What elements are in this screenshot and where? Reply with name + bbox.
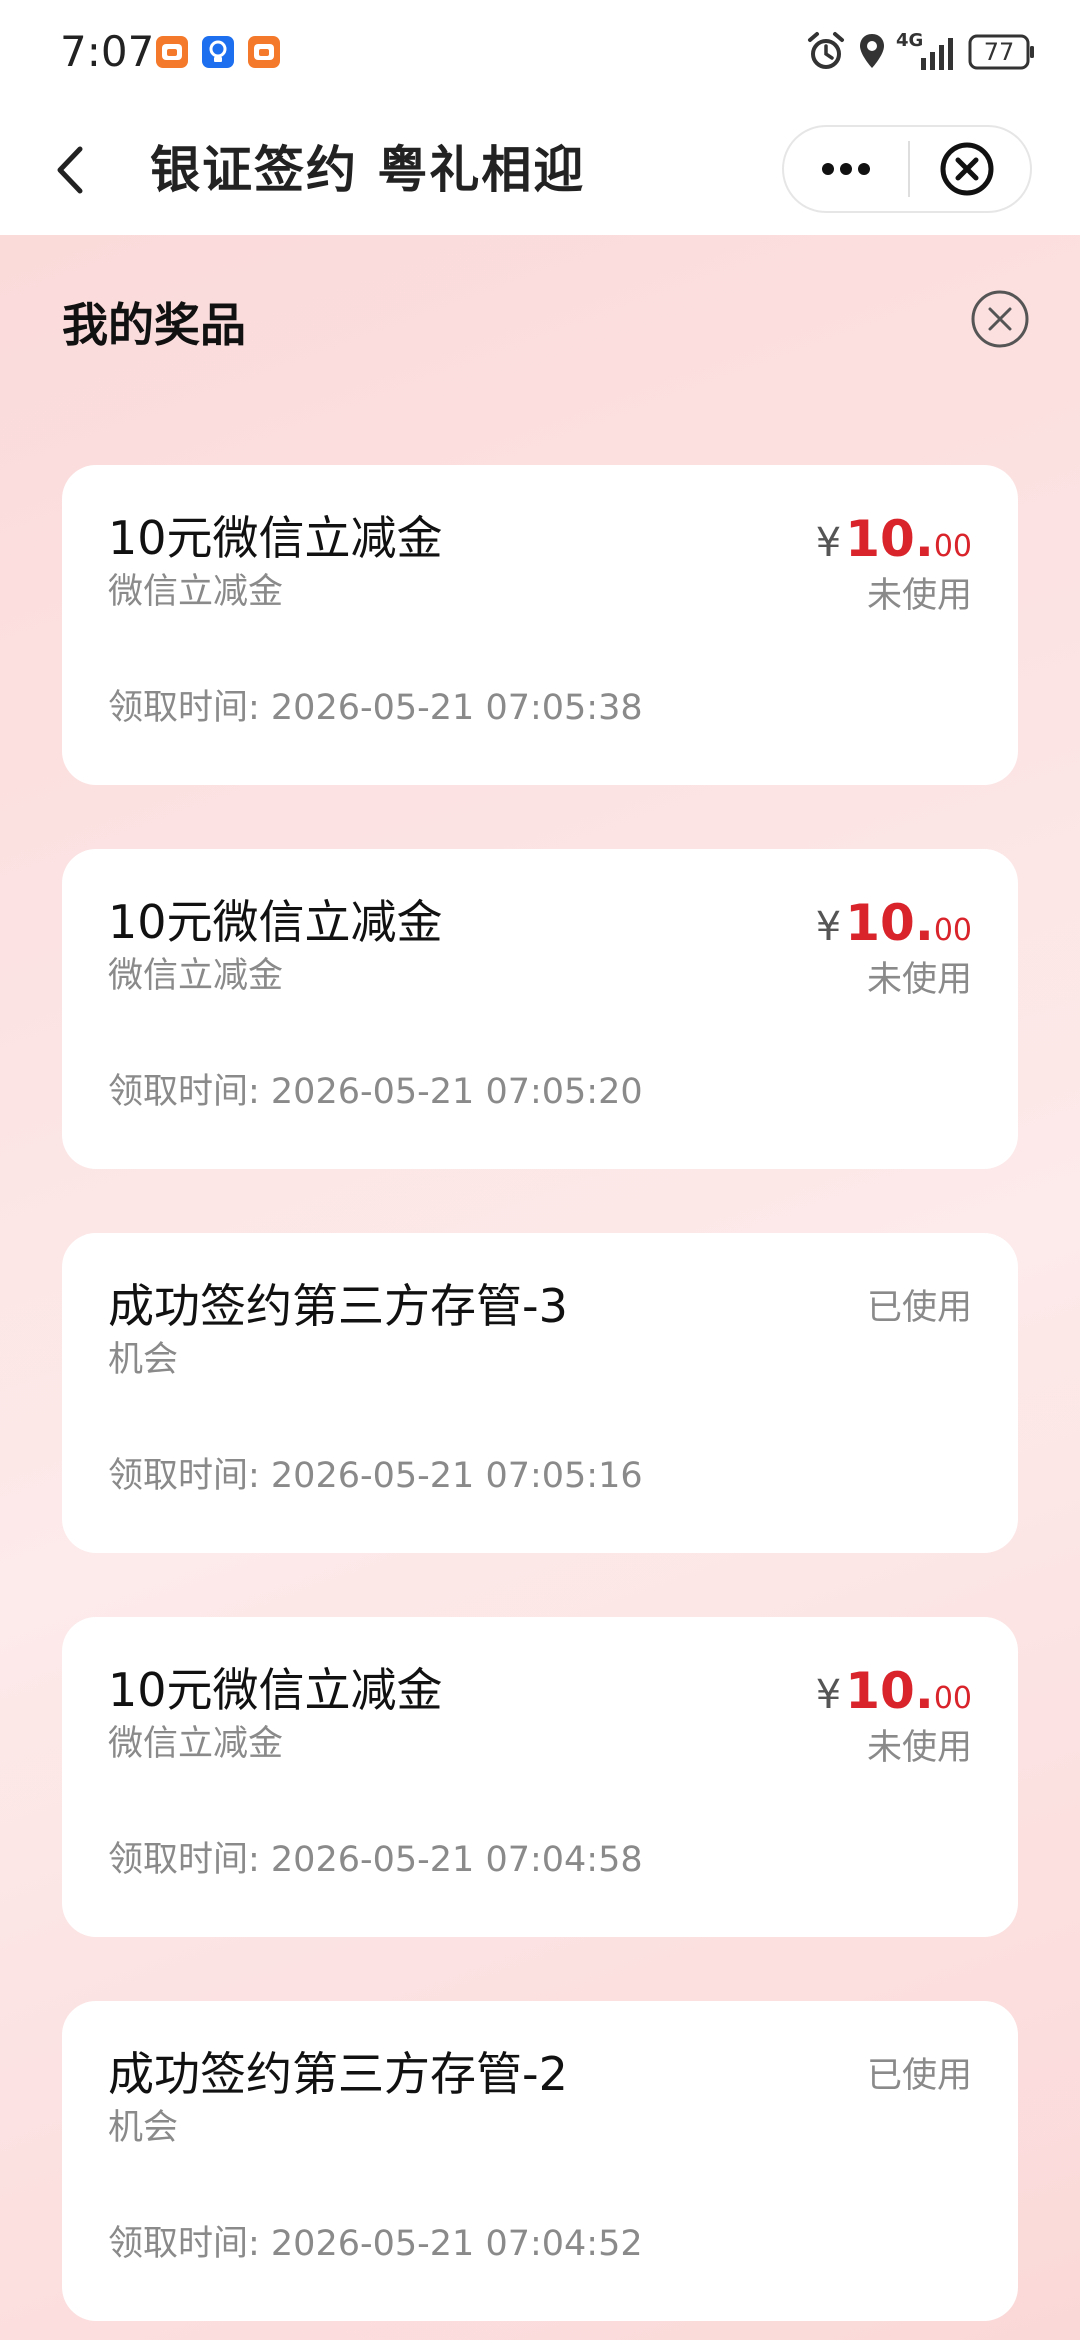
currency-symbol: ¥ bbox=[815, 1672, 842, 1718]
location-icon bbox=[856, 30, 888, 78]
back-arrow-icon bbox=[57, 146, 83, 194]
prize-title: 10元微信立减金 bbox=[108, 511, 443, 565]
price-decimal: 00 bbox=[933, 1681, 972, 1716]
prize-title: 成功签约第三方存管-3 bbox=[108, 1279, 568, 1333]
more-dots-icon bbox=[822, 163, 870, 175]
prize-claim-time: 领取时间: 2026-05-21 07:05:20 bbox=[108, 1072, 643, 1112]
prize-claim-time: 领取时间: 2026-05-21 07:05:16 bbox=[108, 1456, 643, 1496]
prize-title: 10元微信立减金 bbox=[108, 1663, 443, 1717]
page-title: 银证签约 粤礼相迎 bbox=[150, 141, 586, 199]
prize-card[interactable]: 10元微信立减金 微信立减金 领取时间: 2026-05-21 07:05:20… bbox=[62, 849, 1018, 1169]
signal-bars-icon bbox=[920, 30, 958, 78]
prize-card[interactable]: 10元微信立减金 微信立减金 领取时间: 2026-05-21 07:04:58… bbox=[62, 1617, 1018, 1937]
prize-subtitle: 微信立减金 bbox=[108, 956, 284, 996]
status-bar: 7:07 4G 77 bbox=[0, 0, 1080, 105]
prize-title: 成功签约第三方存管-2 bbox=[108, 2047, 568, 2101]
prize-claim-time: 领取时间: 2026-05-21 07:04:52 bbox=[108, 2224, 643, 2264]
prize-subtitle: 微信立减金 bbox=[108, 1724, 284, 1764]
price-decimal: 00 bbox=[933, 913, 972, 948]
prize-status: 未使用 bbox=[866, 576, 972, 616]
notification-lightbulb-icon bbox=[202, 36, 234, 68]
prize-card[interactable]: 成功签约第三方存管-3 机会 领取时间: 2026-05-21 07:05:16… bbox=[62, 1233, 1018, 1553]
price-integer: 10. bbox=[845, 510, 934, 568]
prize-card[interactable]: 10元微信立减金 微信立减金 领取时间: 2026-05-21 07:05:38… bbox=[62, 465, 1018, 785]
prize-title: 10元微信立减金 bbox=[108, 895, 443, 949]
more-button[interactable] bbox=[784, 127, 908, 211]
currency-symbol: ¥ bbox=[815, 904, 842, 950]
prize-status: 已使用 bbox=[866, 2056, 972, 2096]
panel-title: 我的奖品 bbox=[62, 298, 246, 352]
prize-subtitle: 机会 bbox=[108, 1340, 179, 1380]
notification-app-icon bbox=[156, 36, 188, 68]
prize-subtitle: 机会 bbox=[108, 2108, 179, 2148]
status-icons: 4G 77 bbox=[806, 30, 1046, 74]
prize-subtitle: 微信立减金 bbox=[108, 572, 284, 612]
prize-card[interactable]: 成功签约第三方存管-2 机会 领取时间: 2026-05-21 07:04:52… bbox=[62, 2001, 1018, 2321]
back-button[interactable] bbox=[38, 135, 108, 205]
prize-claim-time: 领取时间: 2026-05-21 07:05:38 bbox=[108, 688, 643, 728]
alarm-icon bbox=[806, 30, 846, 78]
currency-symbol: ¥ bbox=[815, 520, 842, 566]
battery-level: 77 bbox=[983, 38, 1015, 66]
prize-status: 未使用 bbox=[866, 1728, 972, 1768]
prize-status: 已使用 bbox=[866, 1288, 972, 1328]
price-decimal: 00 bbox=[933, 529, 972, 564]
price-integer: 10. bbox=[845, 894, 934, 952]
nav-bar: 银证签约 粤礼相迎 bbox=[0, 105, 1080, 235]
close-mini-program-button[interactable] bbox=[910, 127, 1030, 211]
prize-panel: 我的奖品 10元微信立减金 微信立减金 领取时间: 2026-05-21 07:… bbox=[0, 235, 1080, 2340]
notification-app-icon-2 bbox=[248, 36, 280, 68]
close-circle-icon bbox=[940, 142, 994, 196]
close-circle-icon bbox=[971, 290, 1029, 348]
panel-close-button[interactable] bbox=[968, 287, 1032, 351]
price-integer: 10. bbox=[845, 1662, 934, 1720]
status-time: 7:07 bbox=[60, 27, 155, 76]
prize-status: 未使用 bbox=[866, 960, 972, 1000]
mini-program-capsule bbox=[782, 125, 1032, 213]
prize-claim-time: 领取时间: 2026-05-21 07:04:58 bbox=[108, 1840, 643, 1880]
